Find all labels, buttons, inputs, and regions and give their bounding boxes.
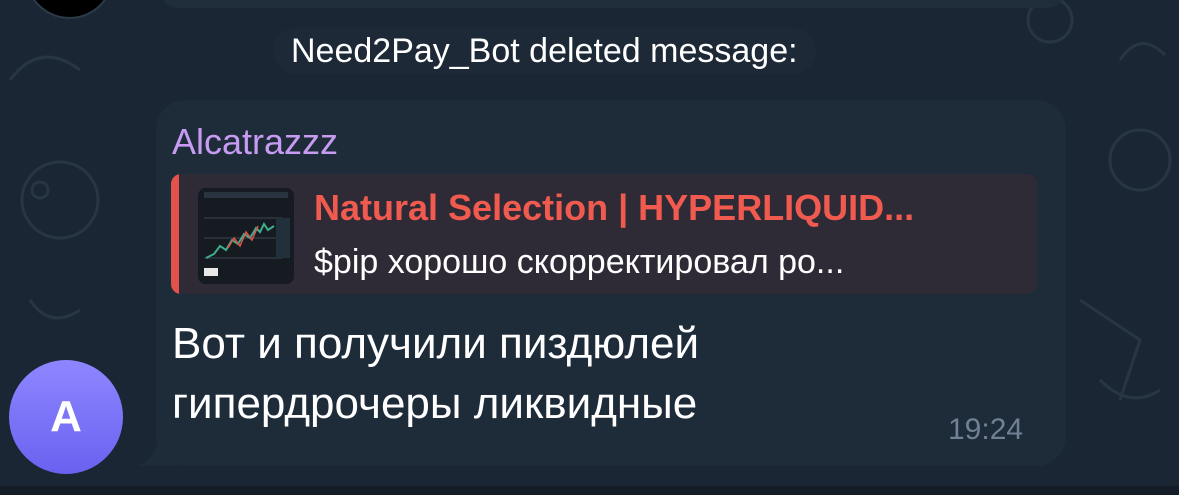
chart-thumbnail-image — [198, 188, 294, 284]
service-message: Need2Pay_Bot deleted message: — [273, 28, 816, 74]
sender-avatar[interactable]: A — [9, 360, 123, 474]
sender-name[interactable]: Alcatrazzz — [172, 120, 338, 164]
message-text-line-1: Вот и получили пиздюлей — [172, 319, 700, 368]
message-text-line-2: гипердрочеры ликвидные — [172, 379, 698, 428]
bottom-divider — [0, 486, 1179, 495]
reply-text: $pip хорошо скорректировал ро... — [314, 243, 845, 281]
reply-preview[interactable]: Natural Selection | HYPERLIQUID... $pip … — [171, 174, 1037, 294]
reply-accent-bar — [171, 174, 179, 294]
message-text: Вот и получили пиздюлей гипердрочеры лик… — [172, 314, 892, 434]
avatar-initial: A — [50, 392, 82, 441]
message-time: 19:24 — [948, 413, 1024, 446]
reply-title: Natural Selection | HYPERLIQUID... — [314, 187, 915, 228]
reply-thumbnail — [198, 188, 294, 284]
previous-message-bubble[interactable] — [160, 0, 1065, 8]
